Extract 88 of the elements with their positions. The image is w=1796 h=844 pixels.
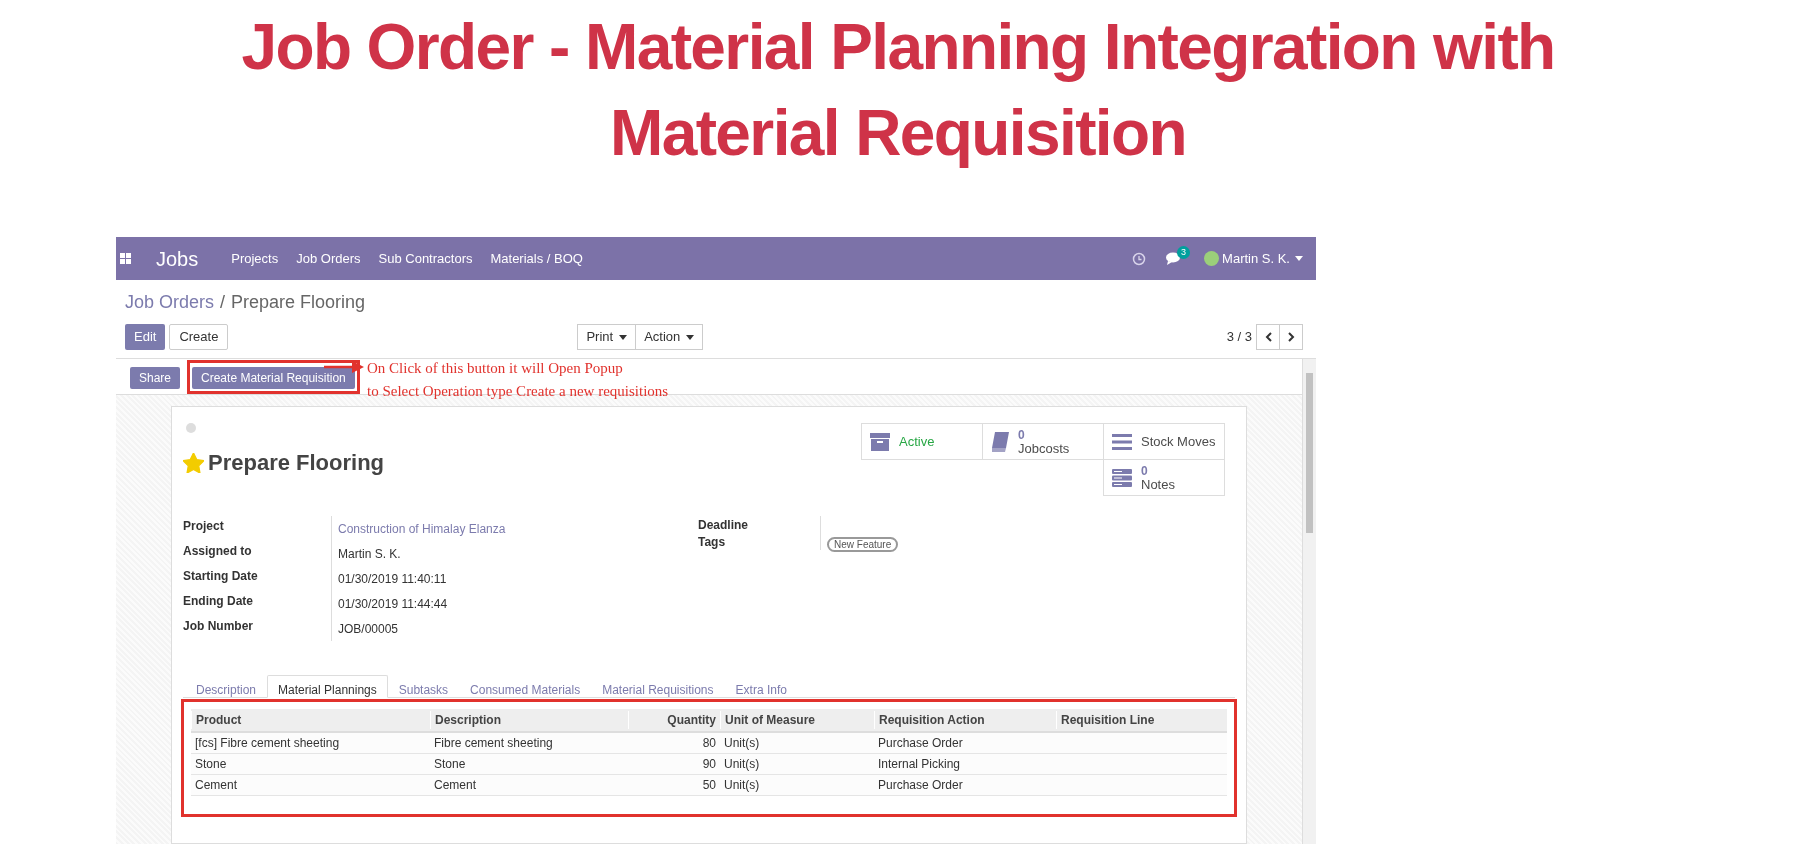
share-button[interactable]: Share (130, 366, 181, 389)
dropdown-button[interactable]: Print (577, 324, 637, 350)
chevron-right-icon (1287, 332, 1295, 342)
table-cell-text: [fcs] Fibre cement sheeting (194, 735, 341, 752)
smart-button-label: Jobcosts (1018, 441, 1070, 455)
clock-icon[interactable] (1132, 251, 1147, 266)
field-label: Ending Date (183, 593, 254, 610)
star-icon[interactable] (183, 452, 204, 473)
table-cell-text: Cement (433, 777, 478, 794)
field-value: 01/30/2019 11:44:44 (331, 591, 698, 616)
status-label: Active (899, 432, 935, 451)
smart-button[interactable]: Active (861, 423, 983, 460)
field-label: Project (183, 518, 225, 535)
caret-icon (1295, 256, 1303, 261)
chat-icon[interactable] (1166, 252, 1183, 265)
menu-item[interactable]: Materials / BOQ (490, 248, 583, 269)
tab[interactable]: Consumed Materials (459, 675, 592, 698)
table-cell-text: Cement (194, 777, 239, 794)
tab[interactable]: Material Requisitions (591, 675, 725, 698)
page-headline: Job Order - Material Planning Integration with Material Requisition (240, 10, 1556, 171)
smart-button[interactable]: Stock Moves (1103, 423, 1225, 460)
field-label: Job Number (183, 618, 254, 635)
caret-icon (619, 334, 628, 340)
column-header[interactable]: Requisition Line (1056, 711, 1227, 729)
breadcrumb-link[interactable]: Job Orders (125, 288, 215, 316)
smart-button-label: Notes (1141, 477, 1175, 491)
list-icon (1112, 433, 1132, 450)
dropdown-button[interactable]: Action (635, 324, 704, 350)
breadcrumb-separator: / (220, 290, 226, 314)
field-value: JOB/00005 (331, 616, 698, 641)
annotation-text: On Click of this button it will Open Popup (367, 359, 624, 378)
table-cell-text: Purchase Order (877, 777, 964, 794)
column-header[interactable]: Requisition Action (874, 711, 1056, 729)
tab[interactable]: Material Plannings (267, 675, 388, 698)
server-icon (1112, 468, 1132, 487)
chevron-left-icon (1264, 332, 1272, 342)
field-label: Starting Date (183, 568, 259, 585)
record-title: Prepare Flooring (208, 449, 385, 477)
column-header[interactable]: Description (430, 711, 628, 729)
field-value: 01/30/2019 11:40:11 (331, 566, 698, 591)
breadcrumb-current: Prepare Flooring (231, 290, 366, 314)
tab[interactable]: Description (185, 675, 268, 698)
field-label: Deadline (698, 517, 749, 533)
tag: New Feature (827, 537, 899, 552)
table-cell-text: 90 (701, 756, 717, 773)
annotation-text: to Select Operation type Create a new requisitions (367, 382, 669, 401)
pager-value: 3 / 3 (1226, 328, 1252, 347)
avatar-icon (1204, 251, 1220, 266)
column-header[interactable]: Unit of Measure (720, 711, 874, 729)
project-link[interactable]: Construction of Himalay Elanza (331, 516, 698, 541)
count: 0 (1018, 428, 1026, 442)
tab[interactable]: Extra Info (724, 675, 798, 698)
menu-item[interactable]: Projects (231, 248, 279, 269)
table-cell-text: Internal Picking (877, 756, 962, 773)
create-requisition-button[interactable]: Create Material Requisition (192, 366, 355, 389)
apps-grid-icon[interactable] (120, 253, 131, 264)
table-cell-text: Stone (433, 756, 467, 773)
table-cell-text: Fibre cement sheeting (433, 735, 554, 752)
table-cell-text: Purchase Order (877, 735, 964, 752)
table-cell-text: Unit(s) (723, 735, 761, 752)
smart-button[interactable]: 0 Notes (1103, 459, 1225, 496)
menu-item[interactable]: Sub Contractors (378, 248, 473, 269)
scrollbar[interactable] (1302, 359, 1316, 844)
count: 0 (1141, 464, 1149, 478)
menu-item[interactable]: Job Orders (296, 248, 361, 269)
field-label: Assigned to (183, 543, 253, 560)
create-button[interactable]: Create (169, 324, 229, 350)
table-cell-text: Stone (194, 756, 228, 773)
field-value: Martin S. K. (331, 541, 698, 566)
table-cell-text: Unit(s) (723, 756, 761, 773)
caret-icon (686, 334, 695, 340)
edit-button[interactable]: Edit (125, 324, 166, 350)
table-cell-text: Unit(s) (723, 777, 761, 794)
smart-button[interactable]: 0 Jobcosts (982, 423, 1104, 460)
archive-box-icon (870, 432, 890, 451)
book-icon (991, 431, 1009, 452)
field-label: Tags (698, 534, 727, 550)
column-header[interactable]: Quantity (628, 711, 720, 729)
tab[interactable]: Subtasks (387, 675, 460, 698)
table-cell-text: 50 (701, 777, 717, 794)
column-header[interactable]: Product (191, 711, 430, 729)
table-cell-text: 80 (701, 735, 717, 752)
previous-button[interactable] (1256, 324, 1280, 350)
notification-badge: 3 (1177, 246, 1191, 259)
next-button[interactable] (1279, 324, 1303, 350)
app-name[interactable]: Jobs (156, 243, 199, 274)
user-menu[interactable]: Martin S. K. (1222, 248, 1290, 269)
smart-button-label: Stock Moves (1141, 432, 1216, 451)
